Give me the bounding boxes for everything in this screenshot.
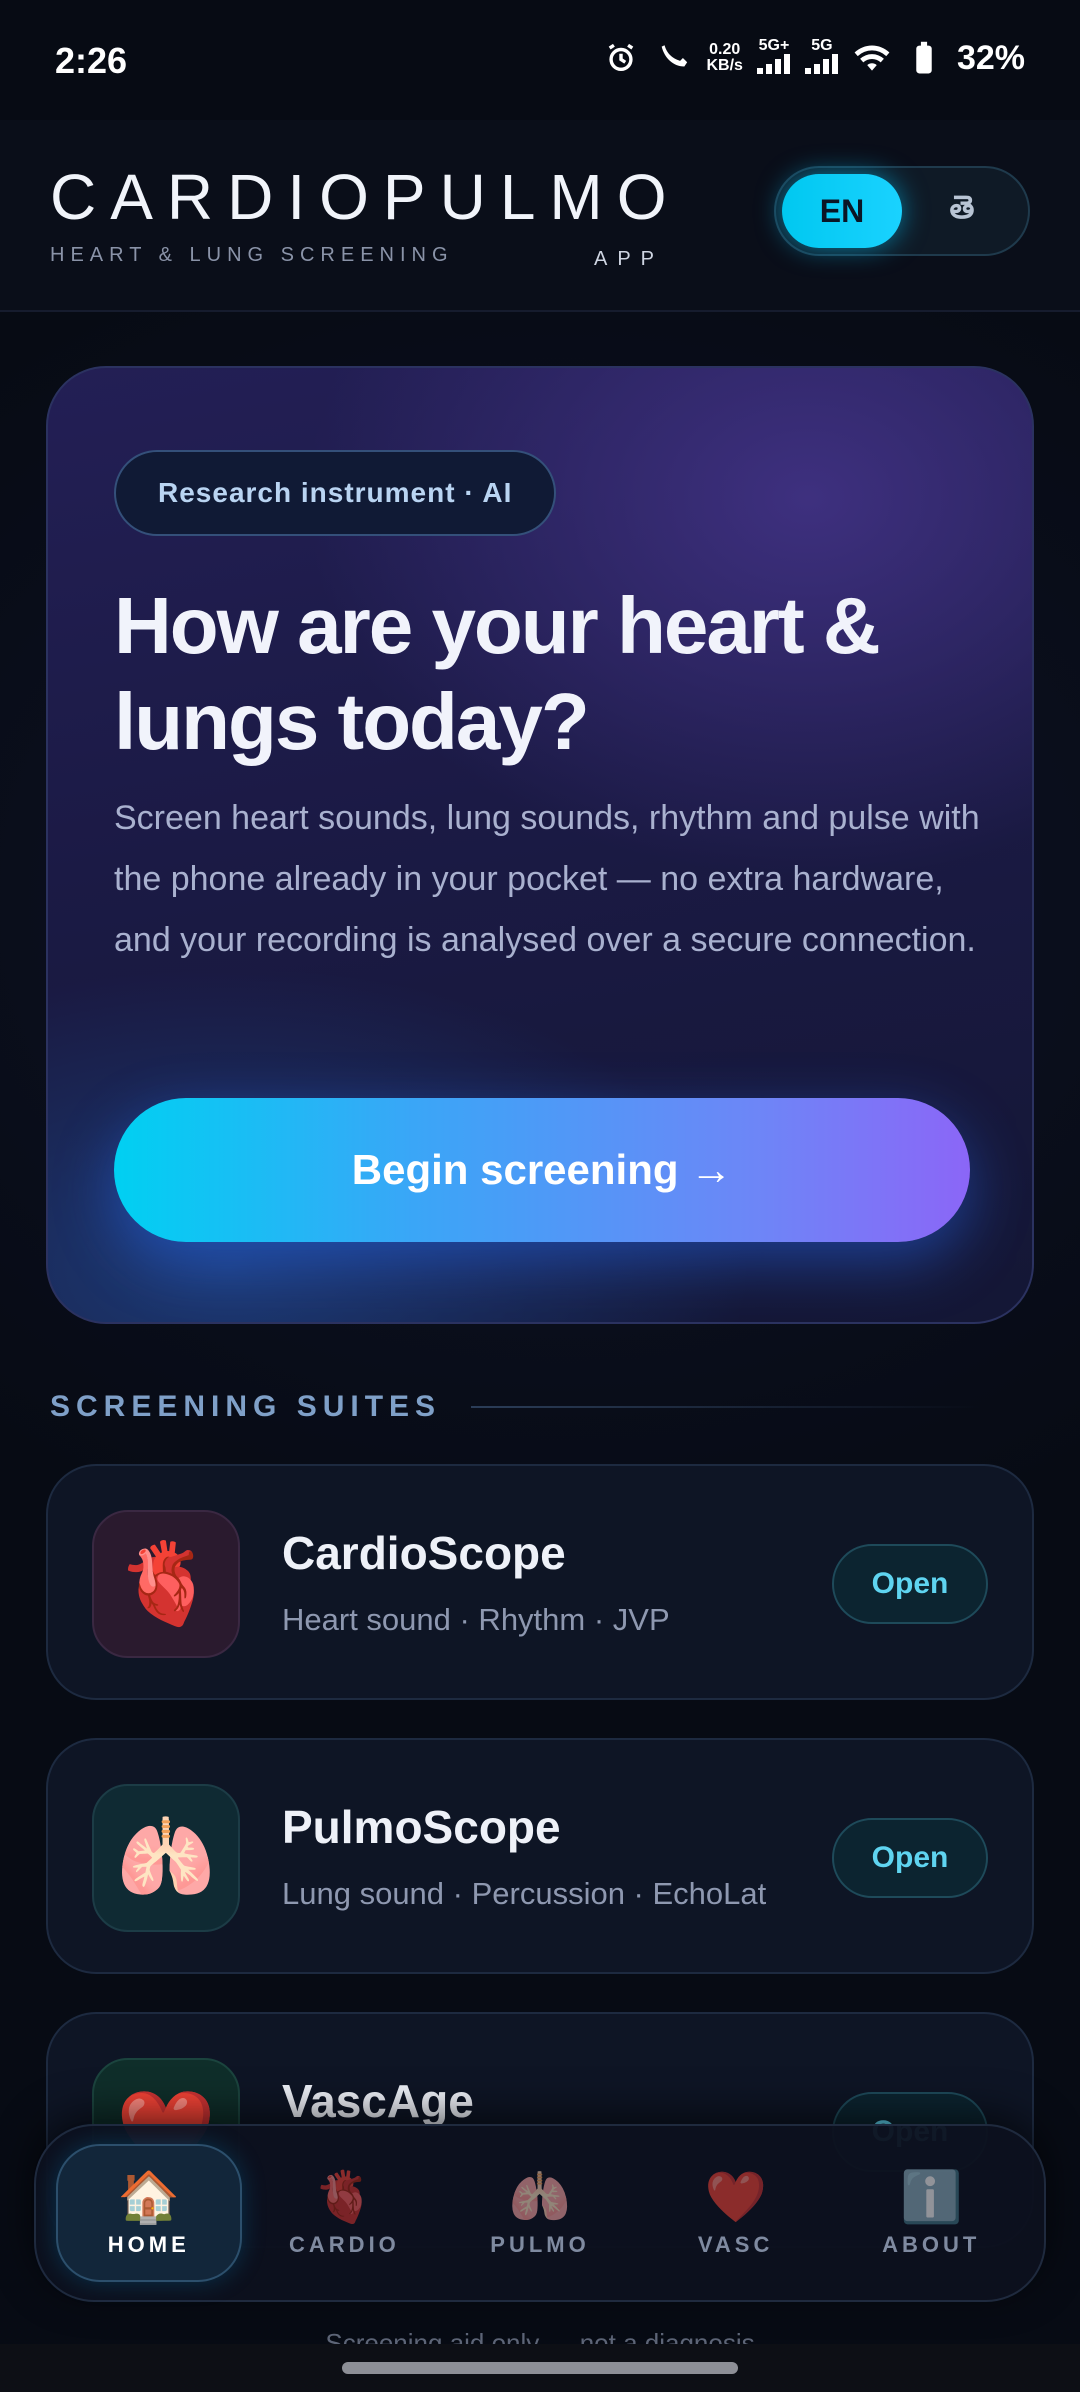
status-icons: 0.20 KB/s 5G+ 5G 32% [602,38,1025,78]
nav-label: ABOUT [882,2232,981,2257]
lungs-icon: 🫁 [508,2169,572,2225]
heart-red-icon: ❤️ [704,2169,767,2225]
nav-label: VASC [697,2232,774,2257]
section-divider [471,1406,980,1408]
nav-about[interactable]: ℹ️ ABOUT [838,2144,1024,2282]
signal-strength-2: 5G [804,38,839,78]
nav-label: PULMO [490,2232,590,2257]
language-toggle: EN తె [774,166,1030,256]
battery-level: 32% [956,38,1025,77]
nav-pulmo[interactable]: 🫁 PULMO [447,2144,633,2282]
suite-subtitle: Heart sound · Rhythm · JVP [282,1602,670,1637]
status-time: 2:26 [55,40,128,81]
signal-strength-1: 5G+ [756,38,791,78]
section-label: SCREENING SUITES [50,1390,442,1423]
open-pulmoscope-button[interactable]: Open [832,1818,988,1898]
heart-icon: 🫀 [92,1510,240,1658]
network-speed: 0.20 KB/s [706,41,743,74]
lungs-icon: 🫁 [92,1784,240,1932]
hero-title: How are your heart & lungs today? [114,581,881,766]
info-icon: ℹ️ [900,2169,963,2225]
bottom-navigation: 🏠 HOME 🫀 CARDIO 🫁 PULMO ❤️ VASC ℹ️ ABOUT [34,2124,1046,2302]
nav-label: HOME [107,2232,190,2257]
nav-home[interactable]: 🏠 HOME [56,2144,242,2282]
alarm-icon [602,39,640,77]
section-header: SCREENING SUITES [50,1384,980,1430]
nav-vasc[interactable]: ❤️ VASC [643,2144,829,2282]
suite-title: PulmoScope [282,1801,561,1853]
wifi-icon [853,39,891,77]
suite-card-pulmoscope[interactable]: 🫁 PulmoScope Lung sound · Percussion · E… [46,1738,1034,1974]
app-header: CARDIOPULMO HEART & LUNG SCREENING APP E… [0,120,1080,312]
suite-title: CardioScope [282,1527,566,1579]
wifi-call-icon [654,39,692,77]
brand-tagline-suffix: APP [594,248,665,270]
brand-logo: CARDIOPULMO [50,161,681,233]
language-en-button[interactable]: EN [782,174,902,248]
nav-cardio[interactable]: 🫀 CARDIO [252,2144,438,2282]
battery-icon [905,39,943,77]
app-screen: 2:26 0.20 KB/s 5G+ 5G 32% CARDIOPULMO HE… [0,0,1080,2392]
begin-screening-button[interactable]: Begin screening → [114,1098,970,1242]
suite-title: VascAge [282,2075,474,2127]
heart-icon: 🫀 [313,2169,376,2225]
home-gesture-handle[interactable] [342,2362,738,2374]
signal-bars-icon [756,54,790,74]
hero-card: Research instrument · AI How are your he… [46,366,1034,1324]
research-chip: Research instrument · AI [114,450,557,536]
suite-subtitle: Lung sound · Percussion · EchoLat [282,1876,767,1911]
home-icon: 🏠 [117,2169,180,2225]
hero-description: Screen heart sounds, lung sounds, rhythm… [114,799,980,959]
suite-card-cardioscope[interactable]: 🫀 CardioScope Heart sound · Rhythm · JVP… [46,1464,1034,1700]
open-cardioscope-button[interactable]: Open [832,1544,988,1624]
status-bar: 2:26 0.20 KB/s 5G+ 5G 32% [0,0,1080,120]
nav-label: CARDIO [289,2232,400,2257]
brand-tagline: HEART & LUNG SCREENING [50,244,454,266]
language-te-button[interactable]: తె [902,174,1022,248]
signal-bars-icon [804,54,838,74]
